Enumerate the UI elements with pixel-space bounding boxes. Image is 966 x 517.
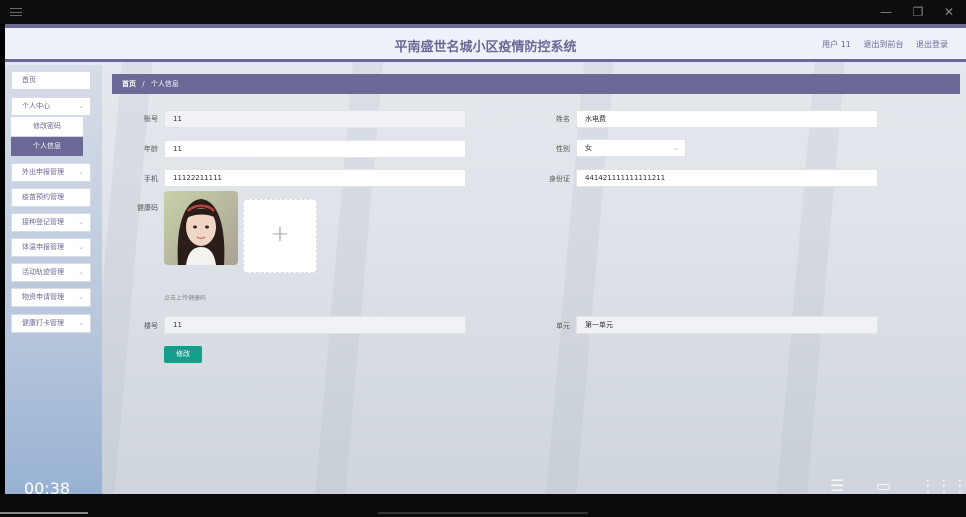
phone-label: 手机 [144,175,158,183]
app-window: 平南盛世名城小区疫情防控系统 用户 11 退出到前台 退出登录 首页 个人中心 … [5,24,966,494]
health-code-label: 健康码 [137,204,158,212]
age-label: 年龄 [144,145,158,153]
sidebar-item-label: 健康打卡管理 [22,319,64,327]
sidebar-item-vaccination[interactable]: 接种登记管理 ⌄ [11,213,91,232]
sidebar-item-supplies[interactable]: 物资申请管理 ⌄ [11,288,91,307]
sidebar-item-label: 活动轨迹管理 [22,268,64,276]
chevron-down-icon: ⌄ [78,293,84,301]
menu-icon[interactable] [10,8,22,16]
progress-played[interactable] [0,512,88,514]
restore-icon[interactable]: ❐ [911,5,925,19]
logout-link[interactable]: 退出登录 [916,40,948,49]
progress-buffer[interactable] [378,512,588,514]
age-field[interactable]: 11 [164,140,466,158]
idcard-field[interactable]: 441421111111111211 [576,169,878,187]
sidebar-item-label: 首页 [22,76,36,84]
building-label: 楼号 [144,322,158,330]
building-field[interactable]: 11 [164,316,466,334]
sidebar-item-label: 个人中心 [22,102,50,110]
health-code-image[interactable] [164,191,238,265]
sidebar-item-label: 物资申请管理 [22,293,64,301]
sidebar-subitem-personal-info[interactable]: 个人信息 [11,137,83,156]
user-label: 用户 11 [822,40,851,49]
upload-hint: 点击上传健康码 [164,295,207,302]
grid-icon[interactable]: ⋮⋮⋮ [920,476,966,495]
sidebar-item-outing[interactable]: 外出申报管理 ⌄ [11,163,91,182]
account-field[interactable]: 11 [164,110,466,128]
sidebar-item-vaccine-booking[interactable]: 疫苗预约管理 [11,188,91,207]
sidebar-subitem-change-password[interactable]: 修改密码 [11,117,83,136]
unit-field[interactable]: 第一单元 [576,316,878,334]
breadcrumb-separator: / [142,80,145,88]
chevron-down-icon: ⌄ [78,218,84,226]
breadcrumb: 首页 / 个人信息 [112,74,960,94]
modify-button[interactable]: 修改 [164,346,202,363]
account-label: 账号 [144,115,158,123]
portrait-photo [164,191,238,265]
chevron-down-icon: ⌄ [78,243,84,251]
breadcrumb-current: 个人信息 [150,80,179,88]
app-header: 平南盛世名城小区疫情防控系统 用户 11 退出到前台 退出登录 [5,28,966,62]
sidebar-item-health-checkin[interactable]: 健康打卡管理 ⌄ [11,314,91,333]
gender-value: 女 [585,144,592,152]
upload-health-code-button[interactable]: + [243,199,317,273]
name-field[interactable]: 水电费 [576,110,878,128]
sidebar-item-activity-track[interactable]: 活动轨迹管理 ⌄ [11,263,91,282]
sidebar-item-label: 体温申报管理 [22,243,64,251]
sidebar: 首页 个人中心 ⌄ 修改密码 个人信息 外出申报管理 ⌄ 疫苗预约管理 接种登记… [5,65,102,494]
breadcrumb-home[interactable]: 首页 [122,80,136,88]
sidebar-item-label: 接种登记管理 [22,218,64,226]
window-titlebar: — ❐ ✕ [0,0,966,24]
chevron-down-icon: ⌄ [78,319,84,327]
screen: — ❐ ✕ 平南盛世名城小区疫情防控系统 用户 11 退出到前台 退出登录 首页… [0,0,966,517]
chevron-down-icon: ⌄ [673,144,679,152]
minimize-icon[interactable]: — [879,5,893,19]
playlist-icon[interactable]: ☰ [830,476,844,495]
chevron-down-icon: ⌄ [78,268,84,276]
sidebar-item-label: 疫苗预约管理 [22,193,64,201]
chevron-down-icon: ⌄ [78,168,84,176]
sidebar-item-personal-center[interactable]: 个人中心 ⌄ [11,97,91,116]
close-icon[interactable]: ✕ [942,5,956,19]
sidebar-item-label: 外出申报管理 [22,168,64,176]
idcard-label: 身份证 [549,175,570,183]
sidebar-item-home[interactable]: 首页 [11,71,91,90]
comment-icon[interactable]: ▭ [876,476,891,495]
to-frontend-link[interactable]: 退出到前台 [863,40,903,49]
gender-select[interactable]: 女 ⌄ [576,139,686,157]
plus-icon: + [270,222,290,247]
name-label: 姓名 [556,115,570,123]
phone-field[interactable]: 11122211111 [164,169,466,187]
chevron-down-icon: ⌄ [78,102,84,110]
header-links: 用户 11 退出到前台 退出登录 [812,39,948,50]
unit-label: 单元 [556,322,570,330]
gender-label: 性别 [556,145,570,153]
sidebar-item-temperature[interactable]: 体温申报管理 ⌄ [11,238,91,257]
